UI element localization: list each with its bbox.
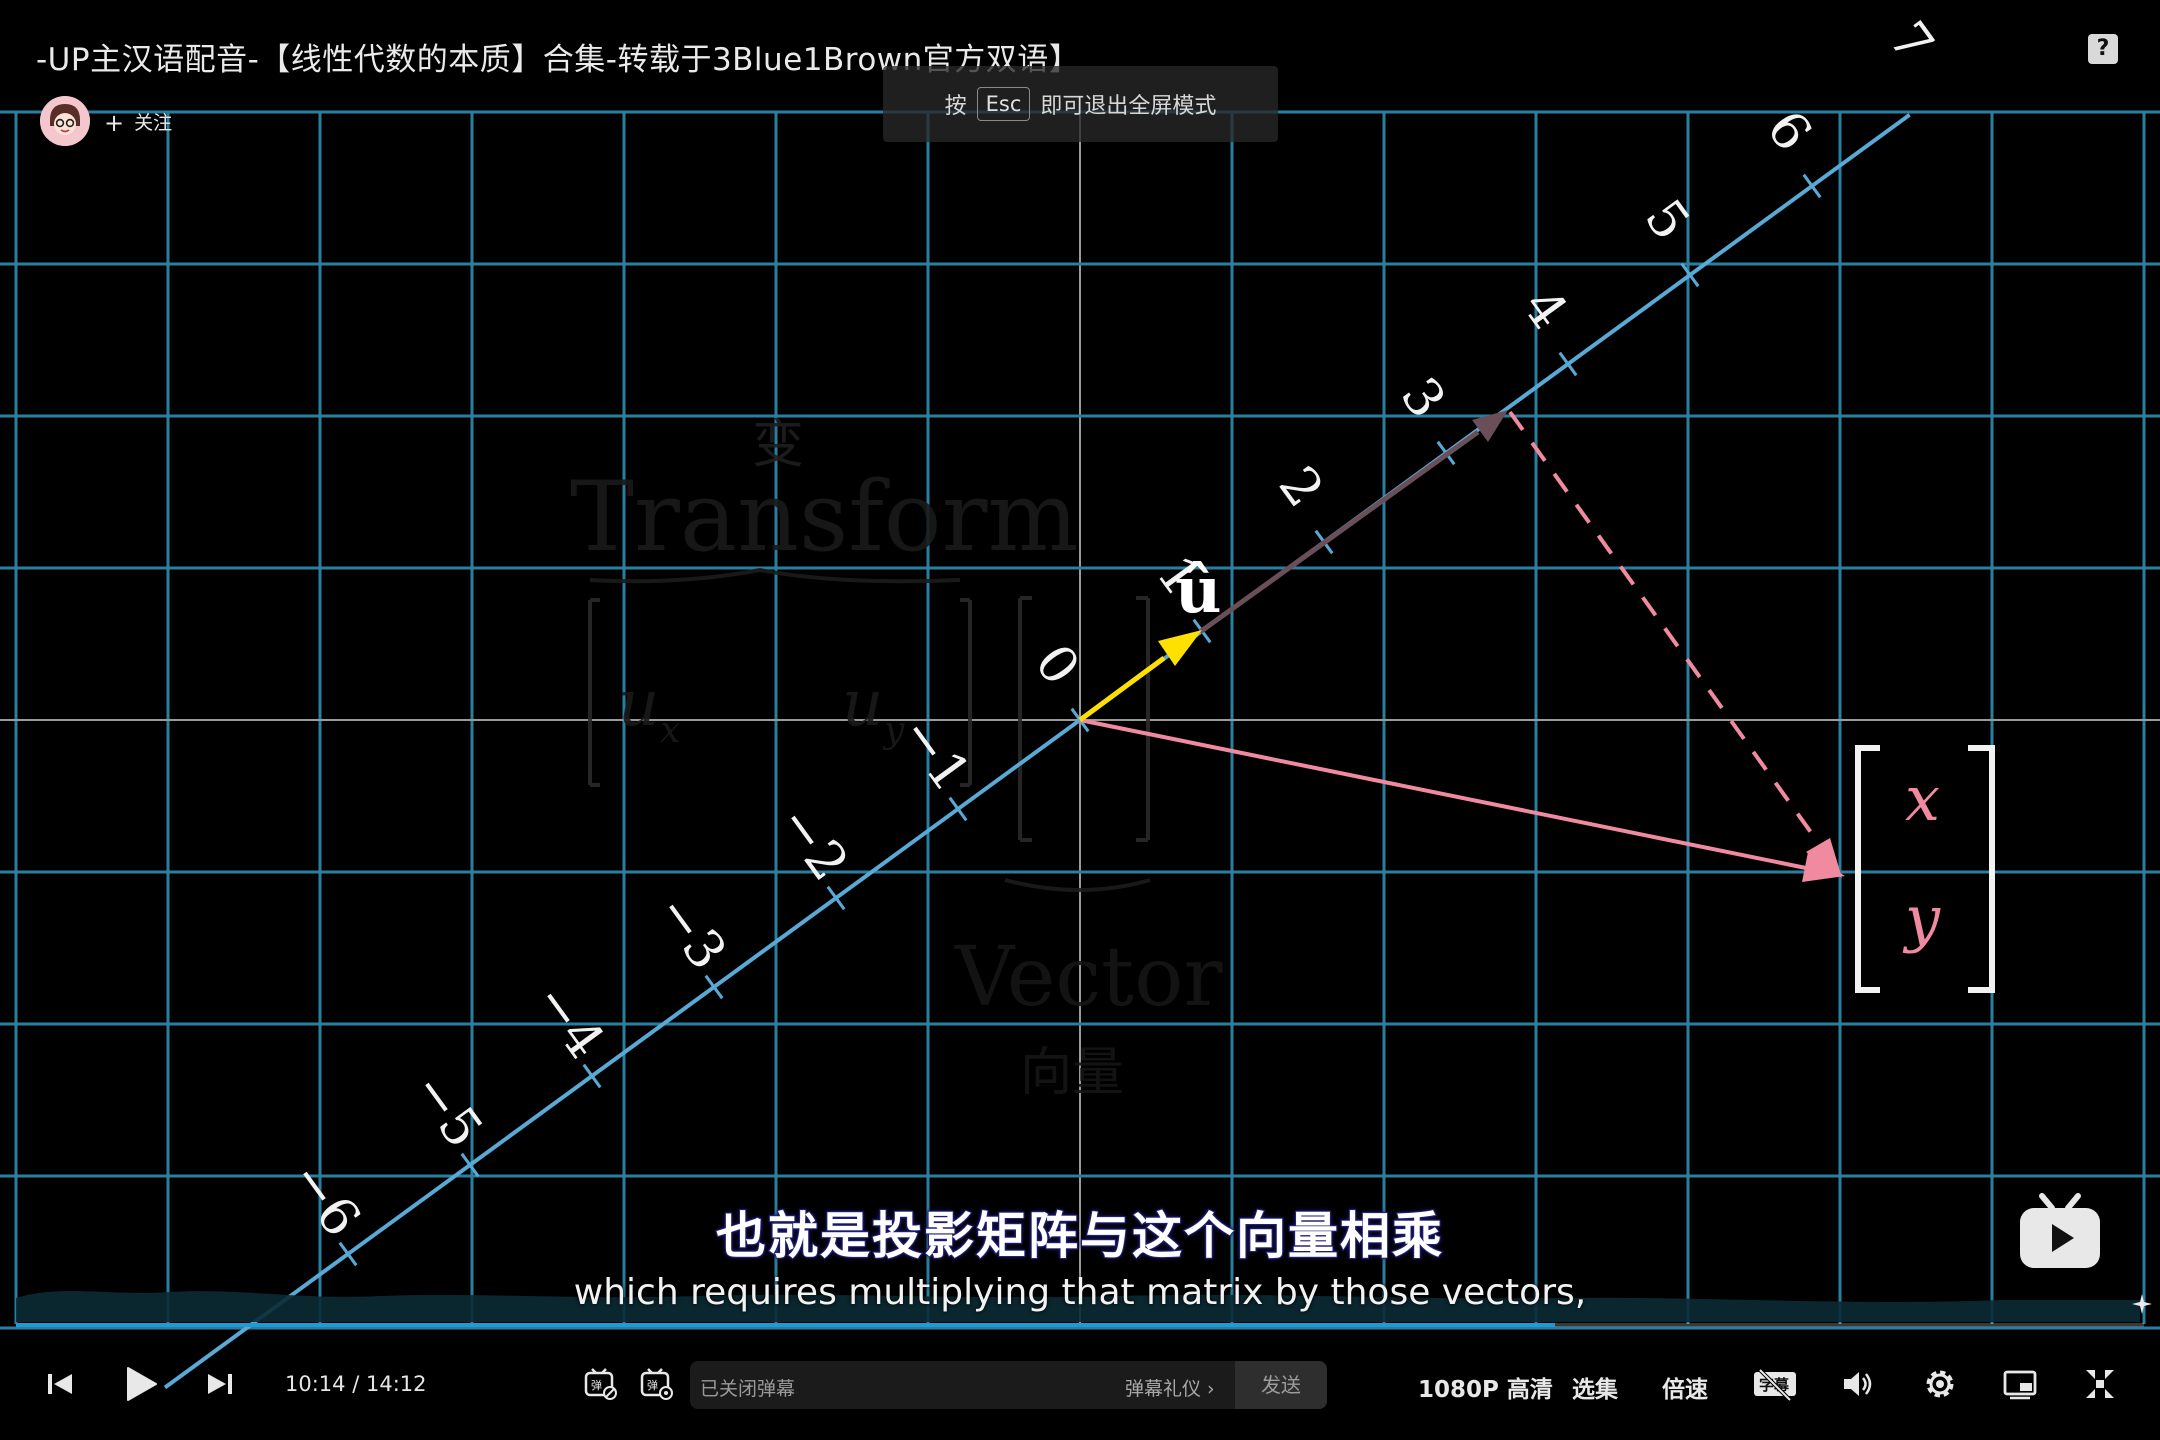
esc-hint-after: 即可退出全屏模式 bbox=[1040, 94, 1217, 119]
svg-text:弹: 弹 bbox=[647, 1378, 658, 1392]
pip-icon[interactable] bbox=[2002, 1366, 2038, 1402]
bilibili-tv-icon[interactable] bbox=[2018, 1192, 2102, 1270]
danmu-placeholder[interactable]: 已关闭弹幕 bbox=[700, 1374, 795, 1401]
fullscreen-exit-icon[interactable] bbox=[2082, 1366, 2118, 1402]
fullscreen-esc-hint: 按 Esc 即可退出全屏模式 bbox=[883, 66, 1278, 142]
time-current: 10:14 bbox=[285, 1372, 346, 1396]
faded-matrix-entry-1: u bbox=[618, 667, 659, 741]
subtitle-icon[interactable]: 字幕 bbox=[1752, 1366, 1798, 1402]
faded-vector-cn: 向量 bbox=[1020, 1043, 1124, 1103]
next-icon[interactable] bbox=[202, 1366, 238, 1402]
episodes-button[interactable]: 选集 bbox=[1572, 1370, 1618, 1404]
faded-matrix-entry-2: u bbox=[842, 667, 883, 741]
prev-icon[interactable] bbox=[42, 1366, 78, 1402]
progress-handle-icon[interactable] bbox=[2130, 1292, 2154, 1316]
vector-entry-x: x bbox=[1905, 762, 1940, 835]
avatar[interactable] bbox=[40, 96, 90, 146]
time-display: 10:14 / 14:12 bbox=[285, 1372, 427, 1396]
esc-hint-before: 按 bbox=[944, 94, 967, 119]
progress-bar[interactable] bbox=[16, 1323, 2144, 1327]
faded-vector-word: Vector bbox=[954, 930, 1223, 1025]
danmu-input-box[interactable]: 已关闭弹幕 弹幕礼仪 › 发送 bbox=[690, 1361, 1327, 1409]
play-icon[interactable] bbox=[120, 1364, 160, 1404]
plus-icon: + bbox=[104, 109, 125, 137]
subtitle-english: which requires multiplying that matrix b… bbox=[573, 1272, 1587, 1313]
danmu-etiquette-link[interactable]: 弹幕礼仪 › bbox=[1125, 1374, 1215, 1401]
time-separator: / bbox=[352, 1372, 360, 1396]
danmu-send-button[interactable]: 发送 bbox=[1235, 1361, 1327, 1409]
time-total: 14:12 bbox=[365, 1372, 427, 1396]
subtitle-chinese: 也就是投影矩阵与这个向量相乘 bbox=[715, 1206, 1444, 1266]
avatar-image bbox=[40, 96, 90, 146]
vector-entry-y: y bbox=[1902, 882, 1941, 955]
follow-label: 关注 bbox=[134, 112, 173, 134]
faded-transform-word: Transform bbox=[570, 461, 1079, 573]
settings-icon[interactable] bbox=[1922, 1366, 1958, 1402]
volume-icon[interactable] bbox=[1840, 1366, 1876, 1402]
svg-text:弹: 弹 bbox=[591, 1378, 602, 1392]
faded-matrix-sub-1: x bbox=[660, 710, 680, 751]
help-icon[interactable]: ? bbox=[2088, 34, 2118, 64]
progress-fill bbox=[16, 1323, 1556, 1327]
unit-vector-label: û bbox=[1175, 553, 1222, 628]
speed-button[interactable]: 倍速 bbox=[1662, 1370, 1708, 1404]
follow-button[interactable]: + 关注 bbox=[104, 108, 172, 137]
quality-button[interactable]: 1080P 高清 bbox=[1418, 1370, 1553, 1404]
esc-key: Esc bbox=[976, 87, 1031, 121]
danmu-toggle-icon[interactable]: 弹 bbox=[582, 1366, 618, 1402]
danmu-settings-icon[interactable]: 弹 bbox=[638, 1366, 674, 1402]
